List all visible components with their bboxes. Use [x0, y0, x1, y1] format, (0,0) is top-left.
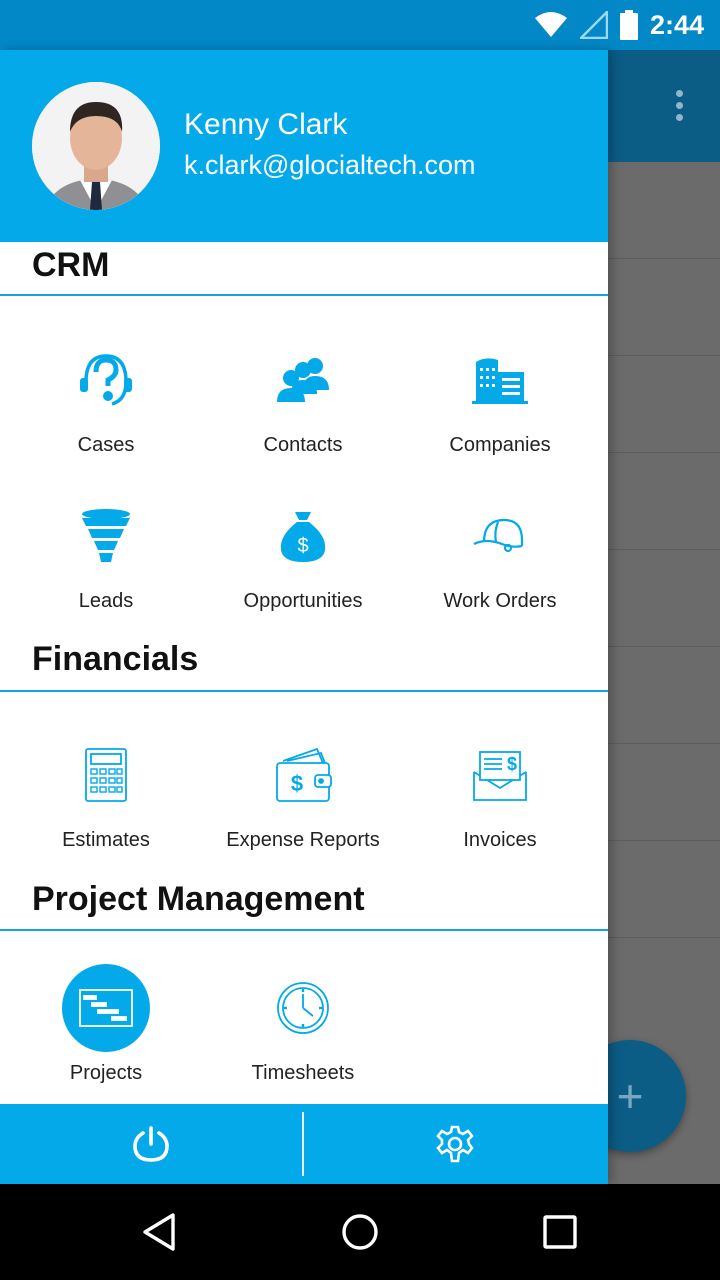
svg-text:$: $ — [297, 535, 308, 557]
menu-item-opportunities[interactable]: $ Opportunities — [205, 488, 401, 628]
people-group-icon — [277, 358, 329, 402]
recents-button[interactable] — [500, 1184, 620, 1280]
system-navigation-bar — [0, 1184, 720, 1280]
menu-item-invoices[interactable]: $ Invoices — [402, 727, 598, 867]
background-list-divider — [608, 549, 720, 550]
background-list-divider — [608, 646, 720, 647]
menu-item-label: Companies — [449, 434, 551, 456]
section-divider — [0, 929, 608, 931]
menu-item-cases[interactable]: Cases — [8, 332, 204, 472]
clock-icon — [277, 982, 329, 1034]
menu-item-work-orders[interactable]: Work Orders — [402, 488, 598, 628]
drawer-footer — [0, 1104, 608, 1184]
menu-item-timesheets[interactable]: Timesheets — [205, 960, 401, 1100]
calculator-icon — [85, 748, 127, 802]
section-title-crm: CRM — [32, 246, 110, 284]
menu-item-label: Cases — [77, 434, 135, 456]
background-list-divider — [608, 258, 720, 259]
section-divider — [0, 294, 608, 296]
selected-item-highlight — [62, 964, 150, 1052]
background-list-divider — [608, 840, 720, 841]
menu-item-expense-reports[interactable]: $ Expense Reports — [205, 727, 401, 867]
buildings-icon — [472, 358, 528, 404]
avatar[interactable] — [32, 82, 160, 210]
recents-icon — [543, 1215, 577, 1249]
wifi-icon — [534, 12, 567, 37]
background-list-divider — [608, 452, 720, 453]
home-button[interactable] — [300, 1184, 420, 1280]
svg-text:$: $ — [291, 771, 303, 796]
status-bar: 2:44 — [0, 0, 720, 50]
menu-item-label: Estimates — [62, 829, 150, 851]
menu-item-label: Contacts — [263, 434, 343, 456]
signal-icon — [579, 11, 608, 39]
overflow-menu-icon[interactable] — [676, 90, 684, 126]
menu-item-contacts[interactable]: Contacts — [205, 332, 401, 472]
menu-item-label: Invoices — [463, 829, 537, 851]
back-button[interactable] — [100, 1184, 220, 1280]
funnel-icon — [82, 509, 130, 562]
back-icon — [143, 1213, 175, 1251]
menu-item-label: Opportunities — [243, 590, 363, 612]
user-name: Kenny Clark — [184, 108, 348, 141]
navigation-drawer: Kenny Clark k.clark@glocialtech.com CRM … — [0, 50, 608, 1184]
menu-item-companies[interactable]: Companies — [402, 332, 598, 472]
section-title-financials: Financials — [32, 640, 199, 678]
avatar-photo — [32, 82, 160, 210]
wallet-icon: $ — [276, 747, 332, 802]
background-list-divider — [608, 937, 720, 938]
background-list-divider — [608, 355, 720, 356]
background-list-divider — [608, 743, 720, 744]
section-title-project-management: Project Management — [32, 880, 365, 918]
menu-item-label: Expense Reports — [226, 829, 380, 851]
gantt-chart-icon — [79, 989, 133, 1027]
svg-text:$: $ — [507, 754, 517, 774]
hard-hat-icon — [473, 518, 524, 553]
section-divider — [0, 690, 608, 692]
headset-question-icon — [80, 354, 132, 406]
gear-icon — [436, 1125, 474, 1163]
menu-item-estimates[interactable]: Estimates — [8, 727, 204, 867]
status-icons: 2:44 — [534, 0, 704, 50]
invoice-envelope-icon: $ — [473, 751, 527, 801]
menu-item-projects[interactable]: Projects — [8, 960, 204, 1100]
menu-item-label: Timesheets — [251, 1062, 355, 1084]
status-time: 2:44 — [649, 9, 704, 40]
battery-icon — [619, 10, 638, 40]
menu-item-label: Work Orders — [443, 590, 557, 612]
menu-item-label: Projects — [69, 1062, 143, 1084]
drawer-header: Kenny Clark k.clark@glocialtech.com — [0, 50, 608, 242]
user-email: k.clark@glocialtech.com — [184, 150, 476, 180]
menu-item-label: Leads — [78, 590, 134, 612]
power-icon — [133, 1126, 169, 1162]
money-bag-icon: $ — [280, 512, 326, 562]
menu-item-leads[interactable]: Leads — [8, 488, 204, 628]
settings-button[interactable] — [304, 1104, 606, 1184]
home-icon — [342, 1214, 378, 1250]
logout-button[interactable] — [0, 1104, 302, 1184]
